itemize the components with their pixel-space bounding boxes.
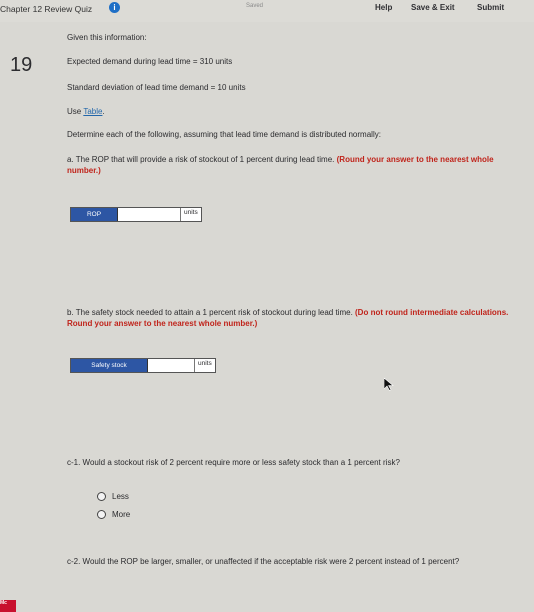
safety-stock-label: Safety stock [71, 359, 147, 372]
rop-label: ROP [71, 208, 117, 221]
intro-text: Given this information: [67, 33, 147, 42]
table-link[interactable]: Table [83, 107, 102, 116]
safety-stock-input[interactable] [147, 359, 194, 372]
mcgraw-hill-logo: Mc [0, 600, 16, 612]
info-icon[interactable]: i [109, 2, 120, 13]
part-b-text: b. The safety stock needed to attain a 1… [67, 307, 512, 329]
instruction-text: Determine each of the following, assumin… [67, 130, 381, 139]
use-table-line: Use Table. [67, 107, 105, 116]
use-prefix: Use [67, 107, 84, 116]
submit-button[interactable]: Submit [477, 3, 504, 12]
top-bar: Chapter 12 Review Quiz i Saved Help Save… [0, 0, 534, 22]
given-stdev: Standard deviation of lead time demand =… [67, 83, 246, 92]
quiz-title: Chapter 12 Review Quiz [0, 4, 93, 14]
option-more-label: More [112, 510, 131, 519]
option-more[interactable]: More [97, 510, 130, 519]
part-a-text: a. The ROP that will provide a risk of s… [67, 154, 512, 176]
help-button[interactable]: Help [375, 3, 392, 12]
question-number: 19 [10, 54, 33, 76]
radio-less[interactable] [97, 492, 106, 501]
part-a-question: a. The ROP that will provide a risk of s… [67, 155, 337, 164]
part-c2-text: c-2. Would the ROP be larger, smaller, o… [67, 557, 460, 566]
given-demand: Expected demand during lead time = 310 u… [67, 57, 233, 66]
rop-answer-row: ROP units [70, 207, 202, 222]
radio-more[interactable] [97, 510, 106, 519]
mouse-cursor-icon [384, 378, 394, 391]
save-exit-button[interactable]: Save & Exit [411, 3, 455, 12]
option-less[interactable]: Less [97, 492, 129, 501]
option-less-label: Less [112, 492, 129, 501]
rop-input[interactable] [117, 208, 180, 221]
part-b-question: b. The safety stock needed to attain a 1… [67, 308, 356, 317]
rop-unit: units [180, 208, 201, 221]
saved-status: Saved [246, 3, 264, 9]
safety-stock-answer-row: Safety stock units [70, 358, 216, 373]
use-suffix: . [102, 107, 105, 116]
safety-stock-unit: units [194, 359, 215, 372]
part-c1-text: c-1. Would a stockout risk of 2 percent … [67, 458, 400, 467]
